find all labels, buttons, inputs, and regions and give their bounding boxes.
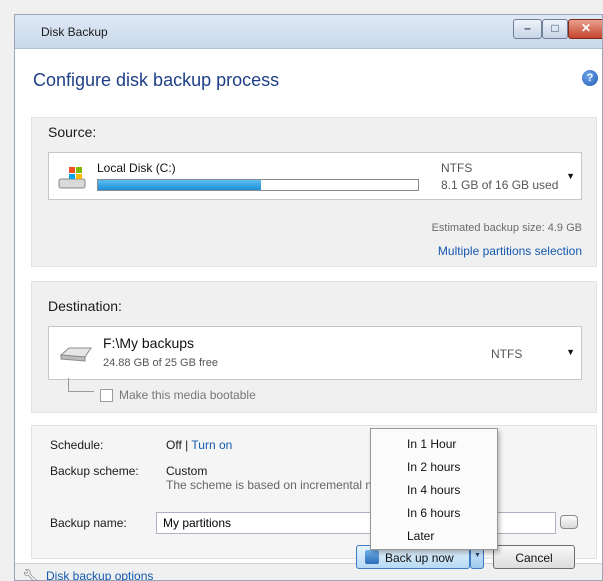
turn-on-link[interactable]: Turn on: [191, 438, 232, 452]
back-up-now-label: Back up now: [385, 551, 454, 565]
backup-icon: [365, 550, 379, 564]
schedule-value: Off | Turn on: [166, 438, 232, 452]
title-bar[interactable]: Disk Backup – □ ✕: [15, 15, 602, 49]
destination-free-text: 24.88 GB of 25 GB free: [103, 357, 218, 369]
estimated-size: Estimated backup size: 4.9 GB: [431, 222, 582, 234]
cancel-button[interactable]: Cancel: [493, 545, 575, 569]
minimize-button[interactable]: –: [513, 19, 542, 39]
destination-file-system: NTFS: [491, 347, 523, 361]
destination-selector[interactable]: F:\My backups 24.88 GB of 25 GB free NTF…: [48, 326, 582, 380]
multiple-partitions-link[interactable]: Multiple partitions selection: [438, 244, 582, 258]
connector-line: [68, 378, 94, 392]
source-drive-name: Local Disk (C:): [97, 161, 176, 175]
disk-backup-window: Disk Backup – □ ✕ Configure disk backup …: [14, 14, 603, 581]
scheme-label: Backup scheme:: [50, 464, 139, 478]
menu-item-4-hours[interactable]: In 4 hours: [407, 483, 460, 497]
source-selector[interactable]: Local Disk (C:) NTFS 8.1 GB of 16 GB use…: [48, 152, 582, 200]
menu-item-6-hours[interactable]: In 6 hours: [407, 506, 460, 520]
minimize-icon: –: [524, 21, 531, 35]
chevron-down-icon: ▼: [474, 552, 481, 559]
destination-path: F:\My backups: [103, 335, 195, 351]
page-header: Configure disk backup process ?: [15, 50, 602, 106]
wrench-icon: 🔧︎: [22, 568, 40, 581]
maximize-icon: □: [551, 21, 559, 35]
backup-name-label: Backup name:: [50, 516, 127, 530]
destination-panel: Destination: F:\My backups 24.88 GB of 2…: [31, 281, 597, 413]
comment-icon[interactable]: [560, 515, 578, 529]
menu-item-later[interactable]: Later: [407, 529, 434, 543]
menu-item-2-hours[interactable]: In 2 hours: [407, 460, 460, 474]
source-label: Source:: [48, 124, 97, 140]
bootable-option[interactable]: Make this media bootable: [100, 388, 256, 403]
schedule-status: Off: [166, 438, 182, 452]
drive-icon: [59, 347, 92, 362]
source-usage-bar: [97, 179, 419, 191]
cancel-label: Cancel: [515, 551, 553, 565]
schedule-separator: |: [185, 438, 189, 452]
bootable-label: Make this media bootable: [119, 388, 256, 402]
destination-label: Destination:: [48, 298, 122, 314]
window-title: Disk Backup: [41, 25, 108, 39]
chevron-down-icon[interactable]: ▼: [566, 347, 575, 357]
windows-disk-icon: [58, 167, 86, 189]
backup-later-menu: In 1 Hour In 2 hours In 4 hours In 6 hou…: [370, 428, 498, 550]
source-usage-fill: [98, 180, 262, 190]
settings-panel: Schedule: Off | Turn on Backup scheme: C…: [31, 425, 597, 559]
source-panel: Source: Local Disk (C:) NTFS 8.1 GB of 1…: [31, 117, 597, 267]
close-icon: ✕: [580, 21, 592, 35]
source-used-text: 8.1 GB of 16 GB used: [441, 178, 559, 192]
page-title: Configure disk backup process: [33, 70, 280, 90]
scheme-note: The scheme is based on incremental m: [166, 478, 376, 492]
disk-backup-options-link[interactable]: Disk backup options: [46, 569, 153, 581]
source-file-system: NTFS: [441, 161, 473, 175]
close-button[interactable]: ✕: [568, 19, 602, 39]
help-icon[interactable]: ?: [582, 70, 598, 86]
scheme-link[interactable]: Custom: [166, 464, 207, 478]
schedule-label: Schedule:: [50, 438, 104, 452]
maximize-button[interactable]: □: [542, 19, 568, 39]
chevron-down-icon[interactable]: ▼: [566, 171, 575, 181]
menu-item-1-hour[interactable]: In 1 Hour: [407, 437, 456, 451]
bootable-checkbox[interactable]: [100, 389, 113, 403]
